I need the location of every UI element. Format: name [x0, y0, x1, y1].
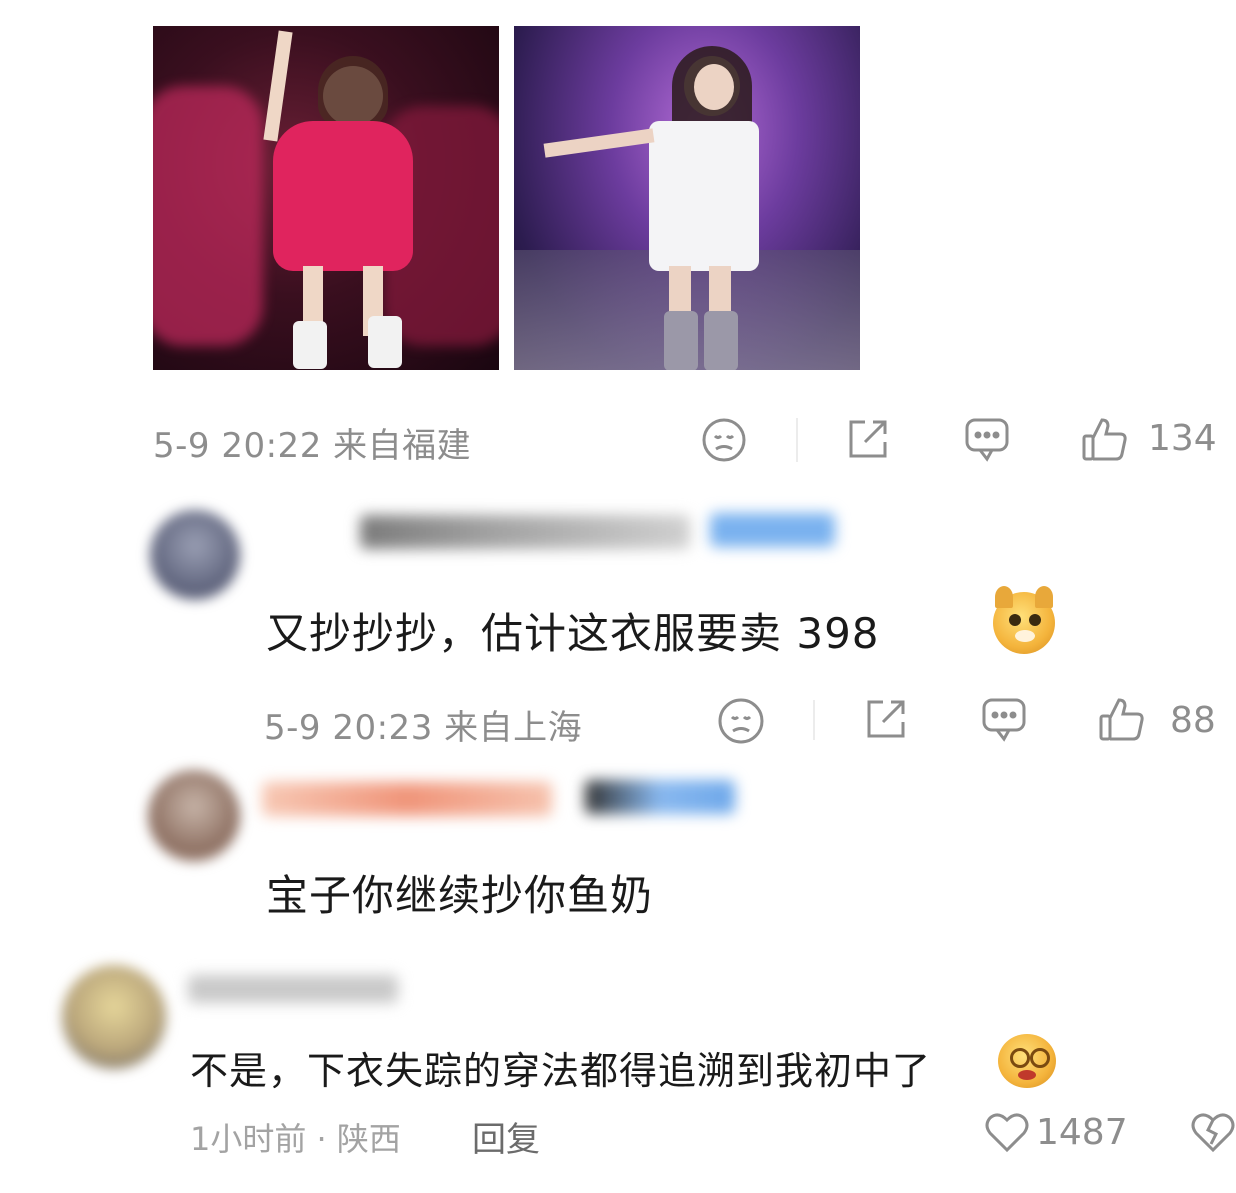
comment-location: 陕西 — [336, 1120, 401, 1158]
username-blurred[interactable] — [262, 782, 552, 816]
comment-text: 宝子你继续抄你鱼奶 — [266, 871, 654, 920]
like-thumb-icon[interactable] — [1080, 414, 1130, 464]
username-blurred[interactable] — [188, 975, 398, 1003]
doge-emoji — [993, 586, 1055, 654]
divider — [813, 700, 815, 740]
comment-meta: 1小时前 · 陕西 — [190, 1114, 401, 1160]
share-icon[interactable] — [843, 414, 893, 464]
avatar[interactable] — [62, 965, 166, 1069]
divider — [796, 418, 798, 462]
comment-meta: 5-9 20:23 来自上海 — [264, 708, 583, 748]
comment-text: 不是，下衣失踪的穿法都得追溯到我初中了 — [190, 1049, 932, 1093]
avatar[interactable] — [150, 510, 240, 600]
user-badge-blurred — [710, 513, 835, 547]
comment-time: 1小时前 — [190, 1120, 307, 1158]
comment-icon[interactable] — [979, 694, 1029, 744]
post-like-count: 134 — [1148, 418, 1217, 459]
meta-separator: · — [316, 1120, 327, 1158]
post-meta: 5-9 20:22 来自福建 — [153, 426, 472, 466]
post-image-left[interactable] — [153, 26, 499, 370]
dislike-face-icon[interactable] — [716, 696, 766, 746]
comment-like-count: 88 — [1170, 700, 1216, 741]
avatar[interactable] — [148, 770, 240, 862]
user-badge-blurred — [585, 780, 735, 814]
heart-icon[interactable] — [984, 1110, 1030, 1154]
comment-icon[interactable] — [962, 414, 1012, 464]
dislike-face-icon[interactable] — [700, 416, 748, 464]
comment-text: 又抄抄抄，估计这衣服要卖 398 — [266, 609, 880, 658]
broken-heart-icon[interactable] — [1190, 1110, 1236, 1154]
share-icon[interactable] — [861, 694, 911, 744]
like-thumb-icon[interactable] — [1097, 694, 1147, 744]
post-image-right[interactable] — [514, 26, 860, 370]
reply-button[interactable]: 回复 — [472, 1112, 540, 1161]
comment-like-count: 1487 — [1036, 1112, 1128, 1153]
dizzy-face-emoji — [998, 1034, 1056, 1088]
username-blurred[interactable] — [360, 515, 690, 549]
